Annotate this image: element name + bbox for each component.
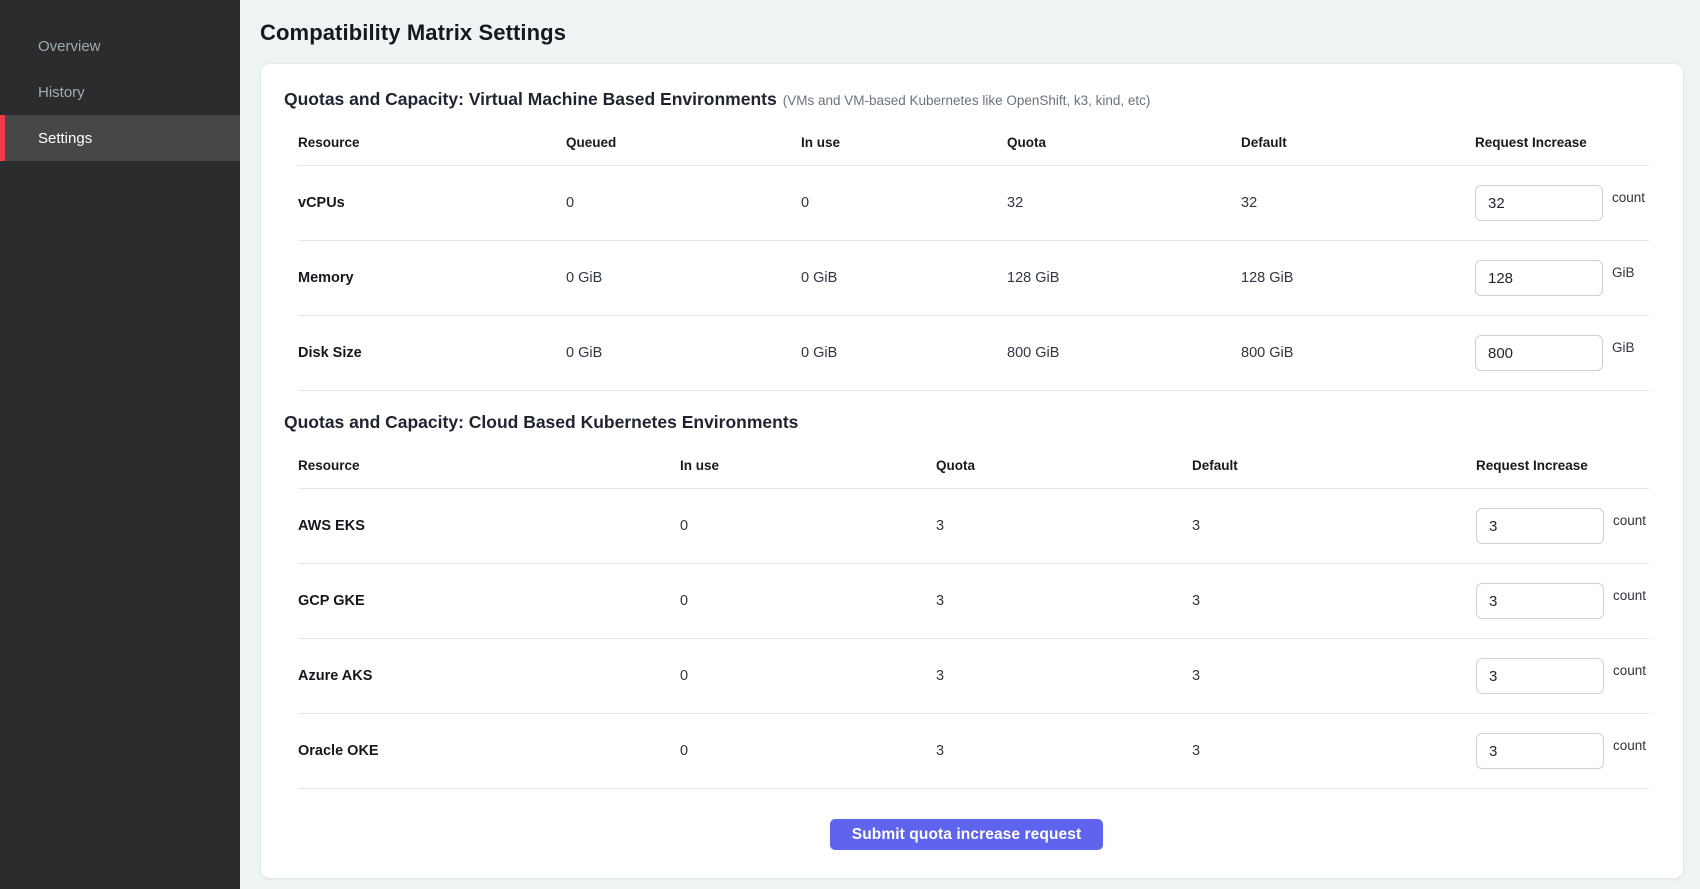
unit-label: count: [1613, 663, 1646, 678]
column-header: Resource: [298, 458, 680, 473]
main-content: Compatibility Matrix Settings Quotas and…: [240, 0, 1700, 889]
table-row: GCP GKE033count: [298, 564, 1649, 639]
resource-name: Disk Size: [298, 345, 566, 361]
resource-name: Azure AKS: [298, 668, 680, 684]
section-subheading: (VMs and VM-based Kubernetes like OpenSh…: [783, 93, 1151, 108]
unit-label: count: [1612, 190, 1645, 205]
section-heading-row: Quotas and Capacity: Cloud Based Kuberne…: [284, 409, 1649, 435]
cell-value: 0 GiB: [566, 345, 801, 361]
sidebar-item-history[interactable]: History: [0, 69, 240, 115]
cell-value: 3: [936, 593, 1192, 609]
section-heading: Quotas and Capacity: Cloud Based Kuberne…: [284, 412, 798, 432]
cell-value: 128 GiB: [1241, 270, 1475, 286]
request-increase-input[interactable]: [1476, 733, 1604, 769]
column-header: Quota: [936, 458, 1192, 473]
sidebar-item-settings[interactable]: Settings: [0, 115, 240, 161]
request-increase-input[interactable]: [1475, 260, 1603, 296]
table-body: vCPUs003232countMemory0 GiB0 GiB128 GiB1…: [298, 166, 1649, 391]
unit-label: count: [1613, 588, 1646, 603]
section-heading: Quotas and Capacity: Virtual Machine Bas…: [284, 89, 777, 109]
column-header: In use: [801, 135, 1007, 150]
request-increase-cell: count: [1476, 583, 1649, 619]
cell-value: 3: [1192, 518, 1476, 534]
table-row: Azure AKS033count: [298, 639, 1649, 714]
cell-value: 32: [1007, 195, 1241, 211]
unit-label: GiB: [1612, 340, 1635, 355]
request-increase-input[interactable]: [1476, 508, 1604, 544]
resource-name: Memory: [298, 270, 566, 286]
vm-quota-table: ResourceQueuedIn useQuotaDefaultRequest …: [298, 120, 1649, 391]
column-header: Default: [1192, 458, 1476, 473]
unit-label: count: [1613, 738, 1646, 753]
cell-value: 800 GiB: [1241, 345, 1475, 361]
section-vm-environments: Quotas and Capacity: Virtual Machine Bas…: [284, 86, 1649, 391]
cell-value: 0: [680, 743, 936, 759]
request-increase-cell: GiB: [1475, 260, 1649, 296]
column-header: In use: [680, 458, 936, 473]
table-row: Oracle OKE033count: [298, 714, 1649, 789]
cell-value: 3: [936, 743, 1192, 759]
cell-value: 0: [566, 195, 801, 211]
cell-value: 3: [1192, 668, 1476, 684]
column-header: Request Increase: [1476, 458, 1649, 473]
request-increase-input[interactable]: [1476, 583, 1604, 619]
cell-value: 3: [1192, 743, 1476, 759]
table-header-row: ResourceIn useQuotaDefaultRequest Increa…: [298, 443, 1649, 489]
column-header: Resource: [298, 135, 566, 150]
resource-name: Oracle OKE: [298, 743, 680, 759]
cell-value: 128 GiB: [1007, 270, 1241, 286]
cell-value: 0 GiB: [801, 345, 1007, 361]
request-increase-cell: count: [1476, 508, 1649, 544]
section-k8s-environments: Quotas and Capacity: Cloud Based Kuberne…: [284, 409, 1649, 789]
column-header: Default: [1241, 135, 1475, 150]
submit-row: Submit quota increase request: [284, 789, 1649, 878]
request-increase-cell: GiB: [1475, 335, 1649, 371]
cell-value: 32: [1241, 195, 1475, 211]
cell-value: 0 GiB: [801, 270, 1007, 286]
request-increase-cell: count: [1476, 658, 1649, 694]
column-header: Request Increase: [1475, 135, 1649, 150]
column-header: Quota: [1007, 135, 1241, 150]
unit-label: GiB: [1612, 265, 1635, 280]
cell-value: 3: [936, 668, 1192, 684]
sidebar-item-overview[interactable]: Overview: [0, 23, 240, 69]
cell-value: 0 GiB: [566, 270, 801, 286]
page-title: Compatibility Matrix Settings: [260, 0, 1684, 63]
request-increase-input[interactable]: [1475, 185, 1603, 221]
resource-name: GCP GKE: [298, 593, 680, 609]
cell-value: 3: [936, 518, 1192, 534]
sidebar-nav: OverviewHistorySettings: [0, 23, 240, 161]
table-row: Disk Size0 GiB0 GiB800 GiB800 GiBGiB: [298, 316, 1649, 391]
table-row: AWS EKS033count: [298, 489, 1649, 564]
request-increase-input[interactable]: [1475, 335, 1603, 371]
table-header-row: ResourceQueuedIn useQuotaDefaultRequest …: [298, 120, 1649, 166]
resource-name: vCPUs: [298, 195, 566, 211]
cell-value: 3: [1192, 593, 1476, 609]
sidebar: OverviewHistorySettings: [0, 0, 240, 889]
unit-label: count: [1613, 513, 1646, 528]
request-increase-cell: count: [1475, 185, 1649, 221]
request-increase-cell: count: [1476, 733, 1649, 769]
column-header: Queued: [566, 135, 801, 150]
cell-value: 0: [680, 593, 936, 609]
table-row: vCPUs003232count: [298, 166, 1649, 241]
table-body: AWS EKS033countGCP GKE033countAzure AKS0…: [298, 489, 1649, 789]
table-row: Memory0 GiB0 GiB128 GiB128 GiBGiB: [298, 241, 1649, 316]
submit-quota-increase-button[interactable]: Submit quota increase request: [830, 819, 1103, 850]
resource-name: AWS EKS: [298, 518, 680, 534]
cell-value: 800 GiB: [1007, 345, 1241, 361]
request-increase-input[interactable]: [1476, 658, 1604, 694]
k8s-quota-table: ResourceIn useQuotaDefaultRequest Increa…: [298, 443, 1649, 789]
cell-value: 0: [801, 195, 1007, 211]
cell-value: 0: [680, 668, 936, 684]
section-heading-row: Quotas and Capacity: Virtual Machine Bas…: [284, 86, 1649, 112]
quota-settings-card: Quotas and Capacity: Virtual Machine Bas…: [260, 63, 1684, 879]
cell-value: 0: [680, 518, 936, 534]
